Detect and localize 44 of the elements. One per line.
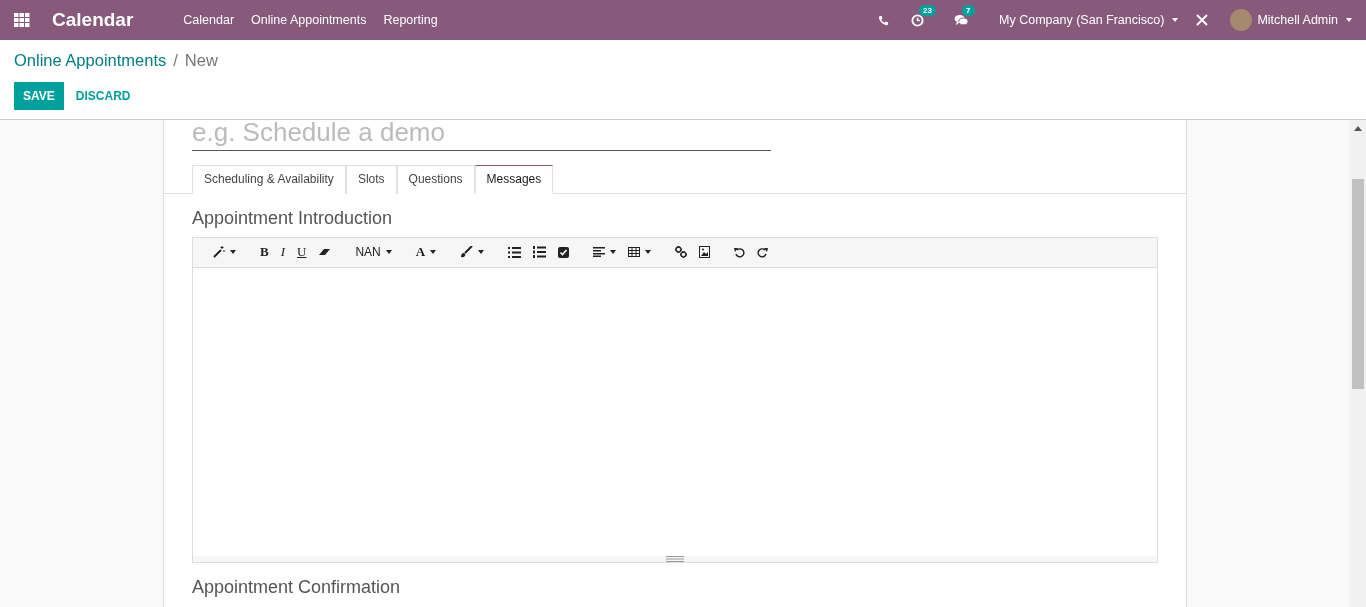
scroll-up-icon[interactable] — [1353, 126, 1362, 131]
form-tab[interactable]: Messages — [474, 165, 554, 194]
activity-count-badge: 23 — [919, 4, 936, 16]
menu-link[interactable]: Reporting — [383, 13, 438, 27]
fontcolor-button[interactable]: A — [409, 244, 443, 261]
numbered-list-icon — [533, 246, 547, 259]
section-title: Appointment Introduction — [192, 209, 394, 229]
scrollbar-thumb[interactable] — [1351, 179, 1364, 389]
form-tab[interactable]: Questions — [396, 165, 475, 194]
bullet-list-icon — [508, 246, 522, 258]
section-title: Appointment Confirmation — [192, 577, 402, 598]
message-count-badge: 7 — [962, 4, 975, 16]
fontsize-button[interactable]: NAN — [349, 245, 398, 260]
grip-icon[interactable] — [666, 555, 684, 562]
brush-icon — [460, 246, 474, 259]
form-tab[interactable]: Slots — [345, 165, 397, 194]
name-input-field[interactable]: e.g. Schedule a demo — [192, 120, 771, 151]
phone-icon[interactable] — [878, 14, 890, 26]
breadcrumb-separator: / — [173, 51, 178, 70]
bold-button[interactable]: B — [254, 244, 275, 261]
form-tab[interactable]: Scheduling & Availability — [192, 165, 346, 194]
menu-link[interactable]: Calendar — [183, 13, 235, 27]
clock-icon[interactable] — [911, 13, 925, 27]
underline-button[interactable]: U — [291, 244, 313, 261]
checkbox-icon — [558, 246, 570, 258]
italic-button[interactable]: I — [274, 244, 291, 261]
company-switcher[interactable]: My Company (San Francisco) — [999, 13, 1179, 27]
apps-grid-icon[interactable] — [14, 13, 30, 27]
menu-link[interactable]: Online Appointments — [251, 13, 367, 27]
breadcrumb-current: New — [184, 51, 218, 70]
user-menu[interactable]: Mitchell Admin — [1230, 9, 1352, 31]
eraser-icon — [318, 247, 332, 258]
scrollbar[interactable] — [1349, 120, 1366, 607]
image-icon — [699, 246, 711, 259]
app-title: Calendar — [52, 9, 134, 31]
chat-icon[interactable] — [954, 13, 970, 27]
magic-wand-icon — [213, 246, 225, 259]
align-left-icon — [593, 247, 606, 258]
breadcrumb-link[interactable]: Online Appointments — [14, 51, 167, 70]
redo-icon — [757, 246, 769, 258]
table-icon — [628, 247, 641, 258]
undo-icon — [734, 246, 746, 258]
avatar-icon — [1230, 9, 1253, 31]
link-icon — [675, 246, 688, 259]
